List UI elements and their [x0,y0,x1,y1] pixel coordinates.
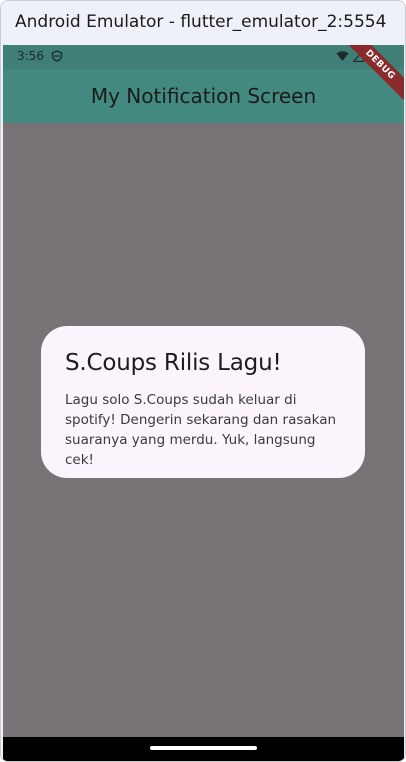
dialog-title: S.Coups Rilis Lagu! [65,350,282,376]
emulator-window: Android Emulator - flutter_emulator_2:55… [0,0,406,762]
window-titlebar[interactable]: Android Emulator - flutter_emulator_2:55… [1,1,405,45]
status-bar: 3:56 [3,45,404,69]
home-handle[interactable] [150,746,257,750]
notification-dialog: S.Coups Rilis Lagu! Lagu solo S.Coups su… [41,326,365,478]
wifi-icon [336,51,349,61]
navigation-bar [3,737,404,761]
window-title: Android Emulator - flutter_emulator_2:55… [15,12,387,32]
device-screen: 3:56 My Notification Screen S.Coups Rili… [3,45,404,761]
shield-icon [51,50,63,62]
status-time: 3:56 [17,49,44,63]
app-bar: My Notification Screen [3,69,404,123]
dialog-body: Lagu solo S.Coups sudah keluar di spotif… [65,392,337,468]
page-title: My Notification Screen [90,84,317,108]
